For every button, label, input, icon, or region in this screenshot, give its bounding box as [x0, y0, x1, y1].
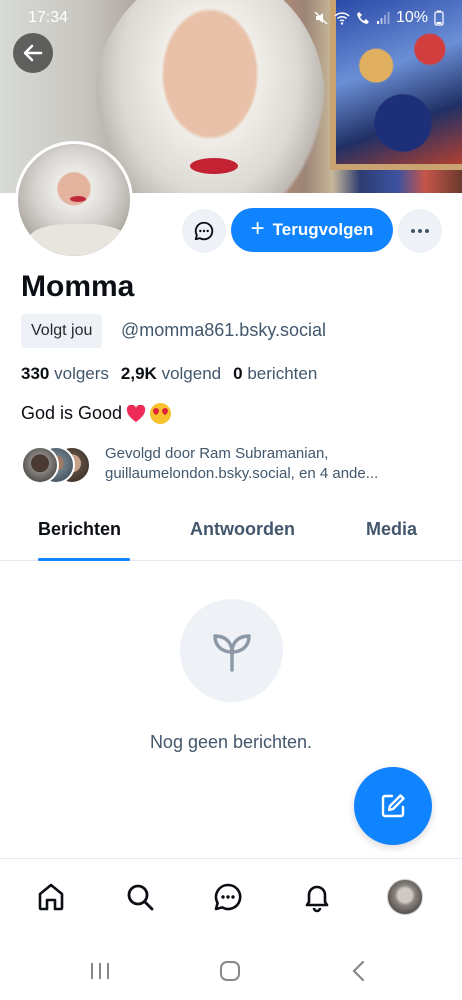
battery-icon [434, 10, 444, 26]
home-icon [38, 883, 64, 911]
following-stat[interactable]: 2,9K volgend [121, 364, 221, 384]
follow-back-label: Terugvolgen [272, 220, 374, 239]
tab-media[interactable]: Media [366, 519, 417, 540]
tab-posts[interactable]: Berichten [38, 519, 121, 540]
status-time: 17:34 [28, 9, 69, 26]
nav-search[interactable] [120, 877, 160, 917]
empty-state-text: Nog geen berichten. [149, 732, 313, 752]
bio-text: God is Good [21, 403, 123, 423]
compose-icon [381, 794, 405, 818]
back-button[interactable] [13, 33, 53, 73]
back-system-button[interactable] [344, 958, 374, 984]
battery-percentage: 10% [395, 9, 428, 26]
follow-back-button[interactable]: + Terugvolgen [231, 208, 393, 252]
followers-count: 330 [21, 364, 50, 383]
chat-bubble-icon [194, 221, 214, 241]
posts-label: berichten [247, 364, 318, 383]
search-icon [127, 884, 154, 911]
follows-you-badge: Volgt jou [21, 314, 103, 348]
profile-avatar-icon [387, 879, 423, 915]
status-bar: 17:34 10% [0, 0, 462, 36]
ellipsis-icon [411, 229, 415, 233]
recent-apps-icon [91, 963, 109, 979]
heart-eyes-emoji [150, 403, 172, 424]
message-button[interactable] [182, 209, 226, 253]
display-name: Momma [21, 270, 135, 303]
chevron-left-icon [352, 960, 365, 982]
compose-button[interactable] [354, 767, 432, 845]
tab-replies[interactable]: Antwoorden [190, 519, 295, 540]
nav-profile[interactable] [385, 877, 425, 917]
home-square-icon [220, 961, 240, 981]
empty-state-illustration [180, 599, 283, 702]
avatar-detail [28, 224, 128, 256]
nav-home[interactable] [31, 877, 71, 917]
arrow-left-icon [23, 44, 43, 62]
status-icons: 10% [314, 9, 444, 27]
plus-icon: + [250, 215, 265, 242]
system-navigation [0, 942, 462, 1000]
following-count: 2,9K [120, 364, 157, 383]
known-followers[interactable]: Gevolgd door Ram Subramanian, guillaumel… [21, 444, 451, 488]
recent-apps-button[interactable] [85, 958, 115, 984]
mute-icon [314, 11, 328, 25]
followers-stat[interactable]: 330 volgers [21, 364, 109, 384]
call-icon [356, 12, 369, 24]
profile-handle: @momma861.bsky.social [121, 320, 327, 340]
following-label: volgend [161, 364, 222, 383]
heart-emoji [126, 404, 146, 422]
chat-icon [214, 883, 242, 911]
bell-icon [305, 885, 329, 913]
sprout-icon [212, 633, 251, 672]
posts-count: 0 [233, 364, 243, 383]
profile-tabs: Berichten Antwoorden Media [0, 505, 462, 561]
followed-by-line2: guillaumelondon.bsky.social, en 4 ande..… [105, 465, 379, 482]
signal-icon [376, 12, 390, 24]
banner-detail [190, 158, 238, 174]
followed-by-line1: Gevolgd door Ram Subramanian, [105, 445, 329, 462]
profile-stats: 330 volgers 2,9K volgend 0 berichten [21, 364, 317, 384]
follower-avatar [21, 446, 59, 484]
active-tab-indicator [38, 558, 130, 561]
home-system-button[interactable] [215, 958, 245, 984]
bottom-navigation [0, 858, 462, 942]
followers-label: volgers [54, 364, 109, 383]
nav-notifications[interactable] [297, 877, 337, 917]
posts-stat: 0 berichten [233, 364, 317, 384]
profile-avatar[interactable] [15, 141, 133, 259]
wifi-icon [334, 12, 350, 25]
avatar-detail-lips [70, 196, 86, 202]
more-options-button[interactable] [398, 209, 442, 253]
profile-bio: God is Good [21, 403, 172, 424]
nav-messages[interactable] [208, 877, 248, 917]
followed-by-text: Gevolgd door Ram Subramanian, guillaumel… [105, 444, 451, 484]
